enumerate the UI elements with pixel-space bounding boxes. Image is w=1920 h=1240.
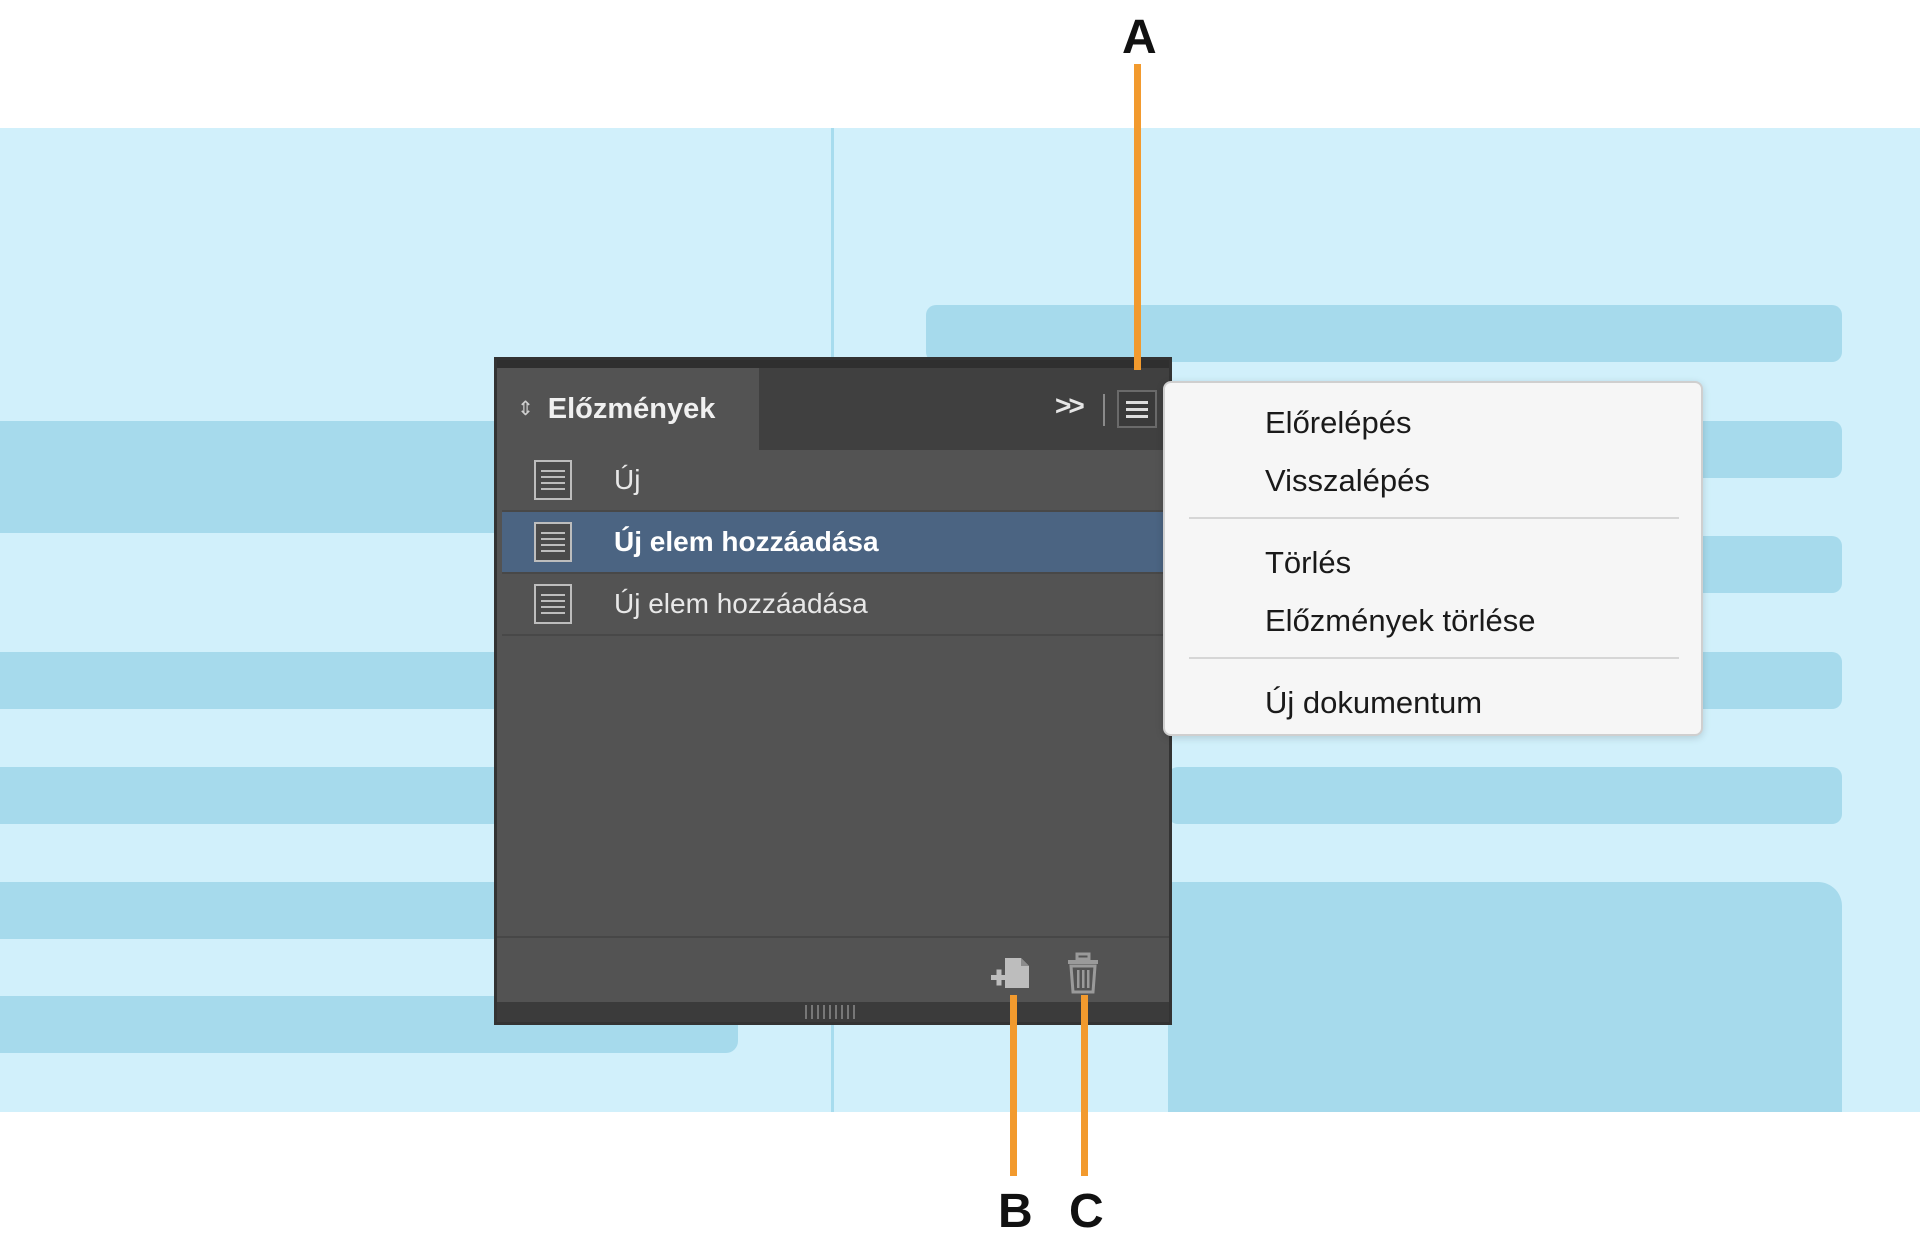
callout-line-b <box>1010 995 1017 1176</box>
canvas-bar <box>0 652 500 709</box>
menu-separator <box>1189 517 1679 519</box>
menu-item-clear-history[interactable]: Előzmények törlése <box>1265 603 1536 639</box>
tab-history[interactable]: ⇕ Előzmények <box>497 368 759 450</box>
tab-bar-divider <box>1103 394 1105 426</box>
history-state[interactable]: Új <box>502 450 1167 512</box>
panel-footer <box>497 936 1169 1008</box>
trash-icon <box>1068 952 1098 994</box>
history-list: Új Új elem hozzáadása Új elem hozzáadása <box>502 450 1167 636</box>
resize-grip[interactable] <box>805 1005 857 1019</box>
panel-menu-button[interactable] <box>1117 390 1157 428</box>
canvas-bar <box>926 305 1842 362</box>
history-state-label: Új elem hozzáadása <box>614 526 879 557</box>
callout-line-a <box>1134 64 1141 370</box>
new-document-from-state-button[interactable] <box>989 954 1033 994</box>
canvas-bar <box>0 767 500 824</box>
callout-label-a: A <box>1122 11 1157 64</box>
document-state-icon <box>534 522 572 562</box>
history-state[interactable]: Új elem hozzáadása <box>502 574 1167 636</box>
history-panel: ⇕ Előzmények >> Új Új elem hozzáadása Új… <box>494 357 1172 1025</box>
history-state-selected[interactable]: Új elem hozzáadása <box>502 512 1167 574</box>
history-state-label: Új elem hozzáadása <box>614 588 868 619</box>
menu-item-step-forward[interactable]: Előrelépés <box>1265 405 1411 441</box>
document-state-icon <box>534 584 572 624</box>
panel-tab-bar: ⇕ Előzmények >> <box>497 368 1169 450</box>
canvas-bar <box>1168 882 1842 1112</box>
panel-top-strip <box>497 360 1169 368</box>
hamburger-icon <box>1126 407 1148 411</box>
hamburger-icon <box>1126 414 1148 418</box>
new-document-icon <box>991 958 1029 988</box>
menu-item-step-backward[interactable]: Visszalépés <box>1265 463 1430 499</box>
panel-bottom-strip <box>497 1002 1169 1022</box>
hamburger-icon <box>1126 400 1148 404</box>
history-state-label: Új <box>614 464 641 495</box>
canvas-bar <box>0 882 500 939</box>
callout-label-b: B <box>998 1185 1033 1238</box>
canvas-bar <box>0 421 500 533</box>
menu-item-new-document[interactable]: Új dokumentum <box>1265 685 1482 721</box>
collapse-arrows-icon[interactable]: ⇕ <box>517 399 534 419</box>
document-state-icon <box>534 460 572 500</box>
callout-label-c: C <box>1069 1185 1104 1238</box>
menu-item-delete[interactable]: Törlés <box>1265 545 1351 581</box>
expand-panel-icon[interactable]: >> <box>1055 390 1085 422</box>
canvas-bar <box>1168 767 1842 824</box>
callout-line-c <box>1081 995 1088 1176</box>
tab-history-label: Előzmények <box>547 392 716 425</box>
menu-separator <box>1189 657 1679 659</box>
panel-flyout-menu: Előrelépés Visszalépés Törlés Előzmények… <box>1163 381 1703 736</box>
delete-state-button[interactable] <box>1065 952 1101 994</box>
